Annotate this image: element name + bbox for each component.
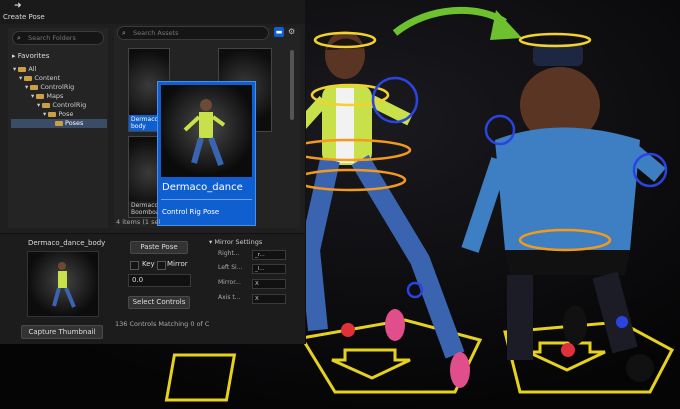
folder-pane: ⌕ Search Folders ▸ Favorites ▾ All ▾ Con… [8, 28, 108, 228]
mirror-row-label: Mirror... [218, 279, 241, 286]
tree-item-poses[interactable]: Poses [11, 119, 107, 128]
left-side-field[interactable]: _l... [252, 264, 286, 274]
paste-pose-button[interactable]: Paste Pose [130, 241, 188, 254]
folder-icon [42, 102, 51, 108]
pose-thumbnail [27, 251, 99, 317]
tooltip-divider [161, 199, 252, 200]
folder-icon [24, 75, 33, 81]
tooltip-type: Control Rig Pose [162, 208, 220, 216]
tree-item-content[interactable]: ▾ Content [11, 74, 107, 83]
blend-value-input[interactable]: 0.0 [128, 274, 191, 287]
folder-search-input[interactable]: ⌕ Search Folders [12, 31, 104, 45]
mirror-label: Mirror [167, 260, 188, 268]
select-controls-button[interactable]: Select Controls [128, 296, 190, 309]
item-count: 4 items (1 sel [116, 218, 161, 226]
scrollbar[interactable] [290, 50, 294, 120]
tree-item-pose[interactable]: ▾ Pose [11, 110, 107, 119]
folder-icon [48, 111, 57, 117]
mirror-settings-header[interactable]: ▾ Mirror Settings [209, 238, 262, 246]
toolbar: ➜ Create Pose [0, 0, 305, 24]
key-checkbox[interactable] [130, 261, 139, 270]
folder-icon: ▬ [275, 28, 283, 36]
favorites-header[interactable]: ▸ Favorites [12, 52, 49, 60]
tree-item-controlrig-sub[interactable]: ▾ ControlRig [11, 101, 107, 110]
settings-icon[interactable]: ⚙ [288, 27, 295, 36]
folder-icon [36, 93, 45, 99]
folder-icon [18, 66, 27, 72]
pose-title: Dermaco_dance_body [28, 239, 106, 247]
mirror-row-label: Left Si... [218, 264, 243, 271]
folder-view-button[interactable]: ▬ [274, 27, 284, 37]
tree-item-controlrig[interactable]: ▾ ControlRig [11, 83, 107, 92]
capture-thumbnail-button[interactable]: Capture Thumbnail [21, 325, 103, 339]
folder-icon [30, 84, 39, 90]
folder-tree: ▾ All ▾ Content ▾ ControlRig ▾ Maps ▾ Co… [11, 65, 107, 128]
tree-item-all[interactable]: ▾ All [11, 65, 107, 74]
asset-search-input[interactable]: ⌕ Search Assets [117, 26, 269, 40]
folder-icon [55, 120, 63, 126]
mirror-row-label: Axis t... [218, 294, 241, 301]
controls-matching-text: 136 Controls Matching 0 of C [115, 320, 210, 328]
create-pose-button[interactable]: Create Pose [3, 13, 45, 21]
asset-tooltip: Dermaco_dance Control Rig Pose [157, 81, 256, 226]
mirror-row-label: Right... [218, 250, 240, 257]
key-label: Key [142, 260, 155, 268]
create-pose-icon[interactable]: ➜ [14, 1, 22, 11]
tree-item-maps[interactable]: ▾ Maps [11, 92, 107, 101]
mirror-axis-select[interactable]: X [252, 279, 286, 289]
search-icon: ⌕ [17, 34, 21, 42]
right-side-field[interactable]: _r... [252, 250, 286, 260]
tooltip-title: Dermaco_dance [162, 182, 243, 193]
pose-library-panel: ➜ Create Pose ⌕ Search Folders ▸ Favorit… [0, 0, 306, 344]
tooltip-thumbnail [161, 85, 252, 177]
search-icon: ⌕ [122, 29, 126, 37]
mirror-checkbox[interactable] [157, 261, 166, 270]
mirror-settings: ▾ Mirror Settings Right... _r... Left Si… [207, 236, 304, 308]
axis-to-flip-select[interactable]: X [252, 294, 286, 304]
